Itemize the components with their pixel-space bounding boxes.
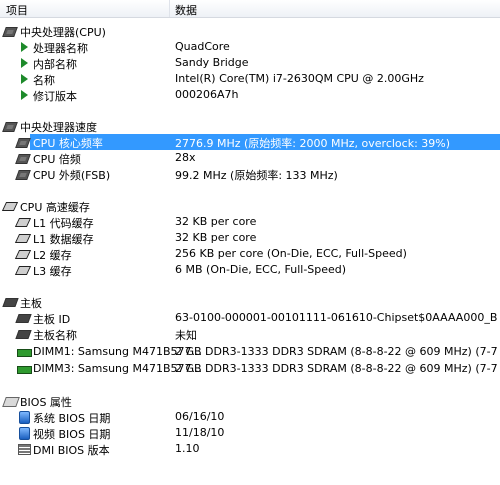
item-value: 28x: [175, 151, 196, 164]
section-title: 中央处理器速度: [20, 121, 97, 134]
item-value: 06/16/10: [175, 410, 225, 423]
column-header: 项目 数据: [0, 0, 500, 18]
item-label: 内部名称: [33, 58, 77, 71]
section-title: 主板: [20, 297, 42, 310]
list-item[interactable]: 内部名称 Sandy Bridge: [0, 55, 500, 71]
list-item[interactable]: L1 数据缓存 32 KB per core: [0, 230, 500, 246]
memory-chip-icon: [14, 234, 32, 243]
section-title: BIOS 属性: [20, 396, 72, 409]
item-label: CPU 倍频: [33, 153, 81, 166]
item-label: DMI BIOS 版本: [33, 444, 110, 457]
bios-date-icon: [19, 411, 30, 424]
list-item[interactable]: L3 缓存 6 MB (On-Die, ECC, Full-Speed): [0, 262, 500, 278]
item-label: 修订版本: [33, 90, 77, 103]
list-item[interactable]: CPU 倍频 28x: [0, 150, 500, 166]
item-value: QuadCore: [175, 40, 230, 53]
list-item[interactable]: L1 代码缓存 32 KB per core: [0, 214, 500, 230]
item-value: 99.2 MHz (原始频率: 133 MHz): [175, 169, 338, 182]
item-value: 63-0100-000001-00101111-061610-Chipset$0…: [175, 311, 497, 324]
memory-chip-icon: [14, 218, 32, 227]
list-item[interactable]: 主板名称 未知: [0, 326, 500, 342]
item-value: 000206A7h: [175, 88, 239, 101]
motherboard-icon: [2, 298, 19, 307]
memory-chip-icon: [14, 250, 32, 259]
item-value: 2776.9 MHz (原始频率: 2000 MHz, overclock: 3…: [175, 137, 451, 150]
column-header-data[interactable]: 数据: [175, 2, 197, 18]
bios-chip-icon: [2, 397, 20, 407]
list-item[interactable]: 视频 BIOS 日期 11/18/10: [0, 425, 500, 441]
item-label: 系统 BIOS 日期: [33, 412, 111, 425]
cpu-chip-icon: [15, 170, 31, 180]
dmi-icon: [18, 444, 31, 455]
ram-module-icon: [17, 349, 32, 357]
item-value: 32 KB per core: [175, 231, 257, 244]
item-value: 11/18/10: [175, 426, 225, 439]
section-motherboard[interactable]: 主板: [0, 294, 500, 310]
item-label: CPU 外频(FSB): [33, 169, 111, 182]
item-value: Sandy Bridge: [175, 56, 249, 69]
item-value: 2 GB DDR3-1333 DDR3 SDRAM (8-8-8-22 @ 60…: [175, 345, 497, 358]
section-cpu[interactable]: 中央处理器(CPU): [0, 23, 500, 39]
item-value: 1.10: [175, 442, 200, 455]
cpu-chip-icon: [2, 122, 18, 132]
memory-chip-icon: [14, 266, 32, 275]
item-value: 256 KB per core (On-Die, ECC, Full-Speed…: [175, 247, 407, 260]
item-value: 32 KB per core: [175, 215, 257, 228]
item-value: 未知: [175, 329, 197, 342]
video-bios-icon: [19, 427, 30, 440]
list-item[interactable]: DIMM1: Samsung M471B577... 2 GB DDR3-133…: [0, 344, 500, 360]
list-item[interactable]: 处理器名称 QuadCore: [0, 39, 500, 55]
green-arrow-icon: [21, 90, 28, 100]
item-value: 2 GB DDR3-1333 DDR3 SDRAM (8-8-8-22 @ 60…: [175, 362, 497, 375]
item-label: CPU 核心频率: [33, 137, 103, 150]
item-label: 处理器名称: [33, 42, 88, 55]
column-header-item[interactable]: 项目: [6, 2, 28, 18]
list-item[interactable]: DIMM3: Samsung M471B577... 2 GB DDR3-133…: [0, 361, 500, 377]
column-divider[interactable]: [169, 0, 170, 17]
list-item[interactable]: DMI BIOS 版本 1.10: [0, 441, 500, 457]
list-item-selected[interactable]: CPU 核心频率 2776.9 MHz (原始频率: 2000 MHz, ove…: [0, 134, 500, 150]
item-label: L1 代码缓存: [33, 217, 94, 230]
list-item[interactable]: 主板 ID 63-0100-000001-00101111-061610-Chi…: [0, 310, 500, 326]
list-item[interactable]: L2 缓存 256 KB per core (On-Die, ECC, Full…: [0, 246, 500, 262]
item-value: Intel(R) Core(TM) i7-2630QM CPU @ 2.00GH…: [175, 72, 424, 85]
green-arrow-icon: [21, 42, 28, 52]
ram-module-icon: [17, 366, 32, 374]
cpu-chip-icon: [2, 27, 18, 37]
item-label: 主板名称: [33, 329, 77, 342]
green-arrow-icon: [21, 74, 28, 84]
memory-chip-icon: [1, 202, 19, 211]
item-label: L3 缓存: [33, 265, 72, 278]
list-item[interactable]: CPU 外频(FSB) 99.2 MHz (原始频率: 133 MHz): [0, 166, 500, 182]
item-label: 主板 ID: [33, 313, 71, 326]
cpu-chip-icon: [15, 138, 31, 148]
motherboard-icon: [15, 314, 32, 323]
list-item[interactable]: 系统 BIOS 日期 06/16/10: [0, 409, 500, 425]
item-label: 视频 BIOS 日期: [33, 428, 111, 441]
item-label: L1 数据缓存: [33, 233, 94, 246]
section-title: CPU 高速缓存: [20, 201, 90, 214]
list-item[interactable]: 修订版本 000206A7h: [0, 87, 500, 103]
item-label: 名称: [33, 74, 55, 87]
section-title: 中央处理器(CPU): [20, 26, 106, 39]
green-arrow-icon: [21, 58, 28, 68]
section-bios[interactable]: BIOS 属性: [0, 393, 500, 409]
cpu-chip-icon: [15, 154, 31, 164]
section-cpu-speed[interactable]: 中央处理器速度: [0, 118, 500, 134]
item-value: 6 MB (On-Die, ECC, Full-Speed): [175, 263, 347, 276]
list-item[interactable]: 名称 Intel(R) Core(TM) i7-2630QM CPU @ 2.0…: [0, 71, 500, 87]
item-label: L2 缓存: [33, 249, 72, 262]
section-cpu-cache[interactable]: CPU 高速缓存: [0, 198, 500, 214]
motherboard-icon: [15, 330, 32, 339]
